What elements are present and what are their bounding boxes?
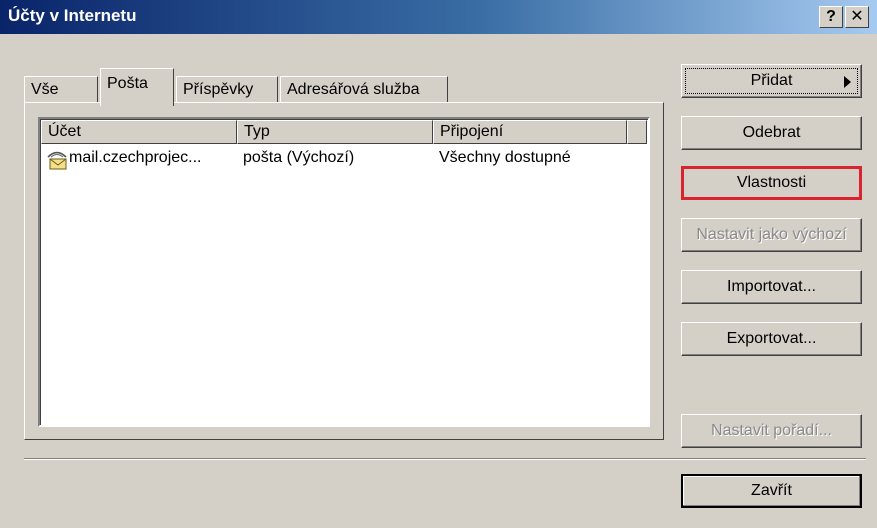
list-header: Účet Typ Připojení <box>41 120 647 144</box>
column-header-account[interactable]: Účet <box>41 120 237 144</box>
tab-news-label: Příspěvky <box>183 81 254 98</box>
close-dialog-button-label: Zavřít <box>751 482 792 499</box>
export-button[interactable]: Exportovat... <box>681 322 862 356</box>
remove-button[interactable]: Odebrat <box>681 116 862 150</box>
tab-mail[interactable]: Pošta <box>100 68 174 106</box>
set-order-button-label: Nastavit pořadí... <box>711 422 832 439</box>
properties-button[interactable]: Vlastnosti <box>681 166 862 200</box>
add-button[interactable]: Přidat <box>681 64 862 98</box>
account-connection: Všechny dostupné <box>439 149 571 166</box>
column-header-filler <box>627 120 647 144</box>
tab-mail-label: Pošta <box>107 75 148 92</box>
internet-accounts-dialog: Účty v Internetu ? ✕ Vše Pošta Příspěvky… <box>0 0 877 528</box>
remove-button-label: Odebrat <box>742 124 801 141</box>
import-button-label: Importovat... <box>727 278 816 295</box>
tab-all[interactable]: Vše <box>24 76 98 104</box>
properties-button-label: Vlastnosti <box>736 174 807 191</box>
set-order-button[interactable]: Nastavit pořadí... <box>681 414 862 448</box>
tab-news[interactable]: Příspěvky <box>176 76 278 104</box>
table-row[interactable]: mail.czechprojec... pošta (Výchozí) Všec… <box>41 147 647 173</box>
account-name: mail.czechprojec... <box>69 149 202 166</box>
column-header-type[interactable]: Typ <box>237 120 433 144</box>
separator-line <box>24 458 866 460</box>
tab-all-label: Vše <box>31 81 59 98</box>
window-title: Účty v Internetu <box>8 6 137 25</box>
tab-panel: Účet Typ Připojení mail.czechprojec... p… <box>24 102 664 440</box>
column-header-connection[interactable]: Připojení <box>433 120 627 144</box>
tab-directory-service-label: Adresářová služba <box>287 81 420 98</box>
export-button-label: Exportovat... <box>726 330 817 347</box>
triangle-right-icon <box>844 76 851 88</box>
set-default-button-label: Nastavit jako výchozí <box>696 226 847 243</box>
accounts-list[interactable]: Účet Typ Připojení mail.czechprojec... p… <box>38 117 650 427</box>
add-button-label: Přidat <box>750 72 793 89</box>
import-button[interactable]: Importovat... <box>681 270 862 304</box>
help-button[interactable]: ? <box>819 6 843 28</box>
account-type: pošta (Výchozí) <box>243 149 355 166</box>
set-default-button[interactable]: Nastavit jako výchozí <box>681 218 862 252</box>
tab-directory-service[interactable]: Adresářová služba <box>280 76 448 104</box>
close-dialog-button[interactable]: Zavřít <box>681 474 862 508</box>
mail-account-icon <box>47 151 67 170</box>
title-bar: Účty v Internetu ? ✕ <box>0 0 877 34</box>
close-button[interactable]: ✕ <box>845 6 869 28</box>
